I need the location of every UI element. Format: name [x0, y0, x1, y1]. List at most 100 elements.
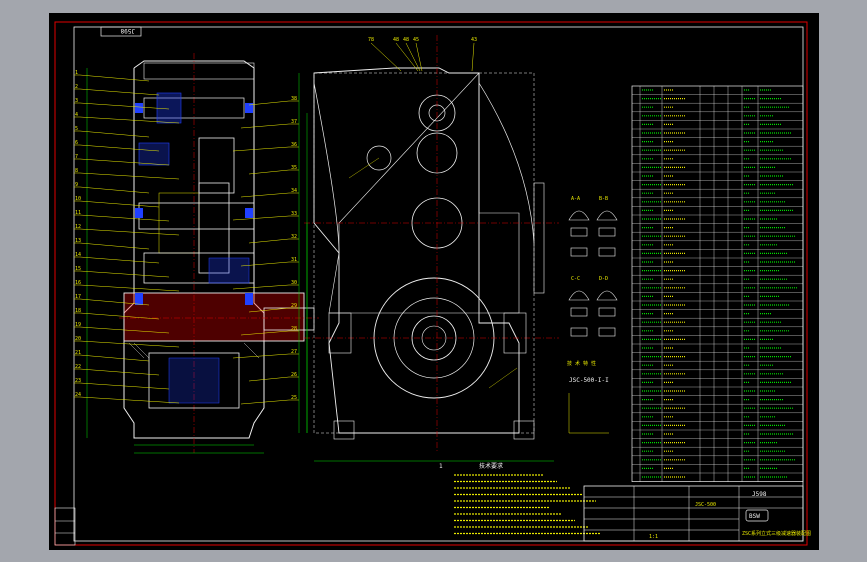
callout-right: 35 — [248, 165, 299, 175]
title-scale: 1:1 — [649, 534, 658, 540]
callout-left: 15 — [74, 266, 170, 278]
section-label: A-A — [571, 196, 580, 202]
left-revision-block — [54, 507, 76, 546]
callout-number: 6 — [75, 140, 78, 146]
callout-left: 8 — [74, 168, 180, 180]
callout-right: 34 — [240, 188, 299, 198]
callout-number: 18 — [75, 308, 81, 314]
callout-number: 43 — [471, 37, 477, 43]
callout-number: 21 — [75, 350, 81, 356]
callout-number: 4 — [75, 112, 78, 118]
top-callouts-group: 78 48 48 45 43 — [368, 37, 477, 72]
callout-number: 26 — [291, 372, 297, 378]
callout-number: 11 — [75, 210, 81, 216]
rotated-code-box: J598 — [100, 26, 142, 37]
callout-number: 48 — [403, 37, 409, 43]
callout-number: 45 — [413, 37, 419, 43]
callout-number: 7 — [75, 154, 78, 160]
callout-left: 12 — [74, 224, 180, 236]
right-callouts-group: 38 37 36 35 34 33 32 31 30 29 28 27 26 25 — [232, 96, 299, 405]
callout-number: 22 — [75, 364, 81, 370]
callout-right: 33 — [232, 211, 299, 221]
callout-right: 26 — [248, 372, 299, 382]
callout-number: 20 — [75, 336, 81, 342]
front-view-number: 1 — [439, 463, 443, 470]
left-section-view — [86, 53, 319, 454]
parts-list-table — [631, 85, 804, 482]
center-label-group: JSC-500-I-I 技 术 特 性 — [567, 360, 609, 434]
callout-right: 32 — [248, 234, 299, 244]
callout-number: 28 — [291, 326, 297, 332]
callout-number: 31 — [291, 257, 297, 263]
callout-number: 35 — [291, 165, 297, 171]
callout-number: 25 — [291, 395, 297, 401]
callout-number: 48 — [393, 37, 399, 43]
title-code: J598 — [752, 491, 767, 498]
section-detail: B-B — [596, 196, 618, 257]
callout-right: 37 — [240, 119, 299, 129]
section-label: C-C — [571, 276, 580, 282]
callout-number: 19 — [75, 322, 81, 328]
callout-number: 33 — [291, 211, 297, 217]
section-label: D-D — [599, 276, 608, 282]
front-elevation-view — [298, 35, 559, 462]
callout-left: 16 — [74, 280, 180, 292]
company-logo: BSW — [745, 509, 769, 522]
callout-left: 1 — [74, 70, 150, 82]
section-details-view: A-A B-B C-C D-D — [568, 196, 618, 337]
callout-number: 9 — [75, 182, 78, 188]
title-model: JSC-500 — [695, 502, 716, 508]
callout-number: 15 — [75, 266, 81, 272]
detail-title: 技 术 特 性 — [567, 360, 596, 367]
callout-left: 9 — [74, 182, 150, 194]
callout-number: 5 — [75, 126, 78, 132]
callout-right: 25 — [240, 395, 299, 405]
rotated-code: J598 — [120, 27, 135, 34]
callout-right: 38 — [248, 96, 299, 106]
tech-req-title: 技术要求 — [479, 462, 503, 470]
callout-left: 11 — [74, 210, 170, 222]
callout-number: 3 — [75, 98, 78, 104]
center-label: JSC-500-I-I — [569, 377, 609, 384]
callout-number: 14 — [75, 252, 81, 258]
cad-viewport: J598 1 2 3 4 5 6 7 8 9 10 11 12 13 14 15… — [0, 0, 867, 562]
callout-number: 38 — [291, 96, 297, 102]
callout-number: 2 — [75, 84, 78, 90]
callout-left: 5 — [74, 126, 150, 138]
cad-drawing-svg: J598 12345678910111213141516171819202122… — [54, 21, 811, 546]
callout-number: 30 — [291, 280, 297, 286]
callout-number: 24 — [75, 392, 81, 398]
callout-number: 17 — [75, 294, 81, 300]
callout-number: 10 — [75, 196, 81, 202]
callout-number: 78 — [368, 37, 374, 43]
callout-left: 13 — [74, 238, 150, 250]
callout-number: 27 — [291, 349, 297, 355]
callout-number: 13 — [75, 238, 81, 244]
callout-number: 8 — [75, 168, 78, 174]
drawing-canvas[interactable]: J598 1 2 3 4 5 6 7 8 9 10 11 12 13 14 15… — [49, 13, 819, 550]
callout-number: 16 — [75, 280, 81, 286]
callout-number: 29 — [291, 303, 297, 309]
logo-text: BSW — [749, 513, 760, 520]
callout-left: 23 — [74, 378, 170, 390]
callout-number: 36 — [291, 142, 297, 148]
callout-right: 36 — [232, 142, 299, 152]
tech-requirements-block: 技术要求 — [454, 462, 601, 535]
section-label: B-B — [599, 196, 608, 202]
callout-right: 27 — [232, 349, 299, 359]
callout-number: 12 — [75, 224, 81, 230]
callout-left: 3 — [74, 98, 170, 110]
callout-left: 24 — [74, 392, 180, 404]
title-block: J598 JSC-500 1:1 BSW ZSC系列立式三级减速器装配图 — [583, 485, 811, 542]
callout-right: 31 — [240, 257, 299, 267]
callout-number: 32 — [291, 234, 297, 240]
callout-number: 37 — [291, 119, 297, 125]
callout-number: 23 — [75, 378, 81, 384]
callout-number: 34 — [291, 188, 297, 194]
section-detail: A-A — [568, 196, 590, 257]
title-bottom-text: ZSC系列立式三级减速器装配图 — [742, 530, 811, 537]
section-detail: C-C — [568, 276, 590, 337]
callout-top: 43 — [471, 37, 477, 72]
section-detail: D-D — [596, 276, 618, 337]
callout-number: 1 — [75, 70, 78, 76]
